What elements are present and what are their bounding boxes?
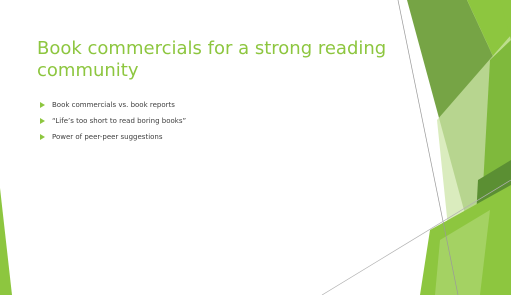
bullet-item: “Life’s too short to read boring books” (40, 115, 186, 127)
bullet-text: Power of peer-peer suggestions (52, 133, 163, 141)
left-accent-shape (0, 188, 12, 295)
presentation-slide: Book commercials for a strong reading co… (0, 0, 511, 295)
triangle-right-icon (40, 118, 45, 124)
bullet-list: Book commercials vs. book reports “Life’… (40, 99, 186, 147)
bullet-text: “Life’s too short to read boring books” (52, 117, 187, 125)
slide-title: Book commercials for a strong reading co… (37, 38, 387, 81)
bullet-item: Power of peer-peer suggestions (40, 131, 186, 143)
bullet-item: Book commercials vs. book reports (40, 99, 186, 111)
triangle-right-icon (40, 102, 45, 108)
bullet-text: Book commercials vs. book reports (52, 101, 175, 109)
triangle-right-icon (40, 134, 45, 140)
